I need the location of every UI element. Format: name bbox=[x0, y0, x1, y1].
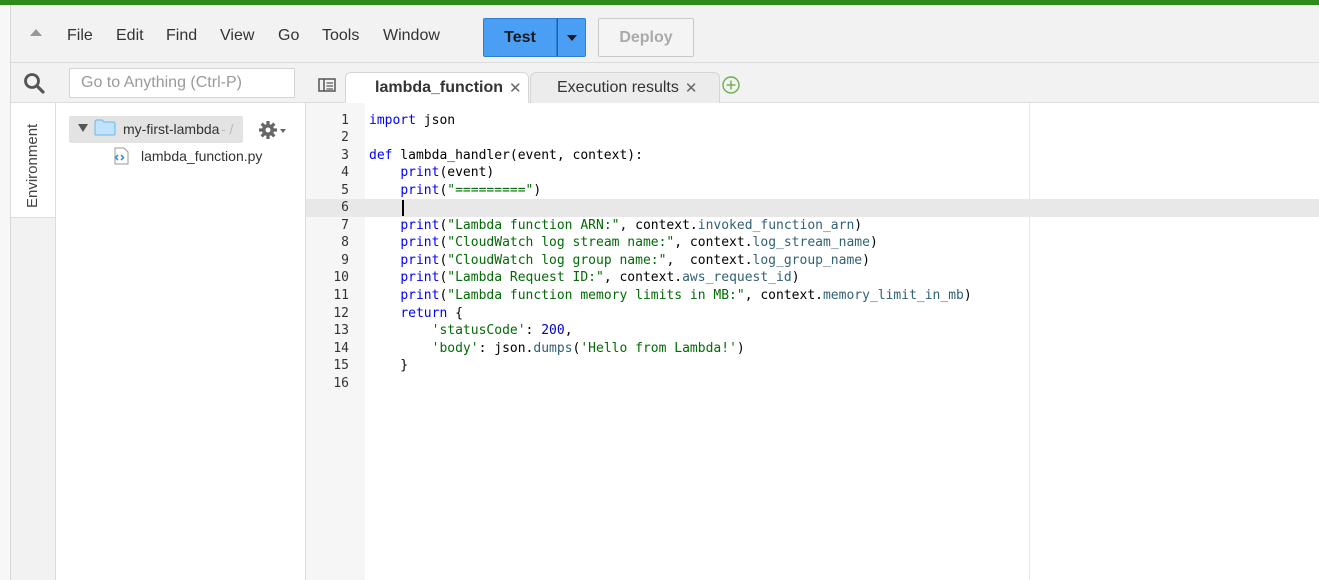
line-number: 11 bbox=[333, 288, 349, 303]
folder-icon bbox=[94, 119, 116, 136]
line-number: 7 bbox=[341, 217, 349, 233]
code-line[interactable]: 7 print("Lambda function ARN:", context.… bbox=[306, 217, 1319, 235]
line-number: 10 bbox=[333, 270, 349, 286]
tab-label: Execution results bbox=[557, 79, 679, 96]
test-dropdown-button[interactable] bbox=[557, 18, 586, 57]
code-text[interactable]: print("CloudWatch log group name:", cont… bbox=[369, 252, 870, 270]
add-tab-icon[interactable] bbox=[721, 75, 741, 95]
menu-window[interactable]: Window bbox=[383, 27, 440, 45]
line-number: 9 bbox=[341, 252, 349, 268]
code-text[interactable]: print("Lambda function memory limits in … bbox=[369, 287, 971, 305]
text-cursor bbox=[402, 200, 404, 216]
code-text[interactable]: 'body': json.dumps('Hello from Lambda!') bbox=[369, 340, 745, 358]
line-number: 6 bbox=[341, 200, 349, 216]
code-line[interactable]: 10 print("Lambda Request ID:", context.a… bbox=[306, 269, 1319, 287]
line-number: 5 bbox=[341, 182, 349, 198]
tab-label: lambda_function bbox=[375, 78, 504, 96]
python-file-icon bbox=[114, 147, 129, 165]
code-text[interactable]: import json bbox=[369, 112, 455, 130]
code-line[interactable]: 15 } bbox=[306, 357, 1319, 375]
menu-go[interactable]: Go bbox=[278, 27, 299, 45]
file-tree-panel bbox=[56, 103, 306, 580]
line-number: 8 bbox=[341, 235, 349, 251]
code-line[interactable]: 13 'statusCode': 200, bbox=[306, 322, 1319, 340]
close-icon[interactable]: ✕ bbox=[685, 79, 698, 97]
code-text[interactable]: return { bbox=[369, 305, 463, 323]
code-line[interactable]: 1 import json bbox=[306, 112, 1319, 130]
collapse-menu-icon[interactable] bbox=[30, 29, 42, 36]
code-line[interactable]: 16 bbox=[306, 375, 1319, 393]
deploy-button[interactable]: Deploy bbox=[598, 18, 694, 57]
line-number: 2 bbox=[341, 130, 349, 146]
environment-tab-label: Environment bbox=[24, 123, 41, 208]
chevron-down-icon bbox=[566, 34, 577, 41]
code-text[interactable]: print("CloudWatch log stream name:", con… bbox=[369, 234, 877, 252]
file-lambda-function-py[interactable]: lambda_function.py bbox=[141, 148, 262, 164]
code-text[interactable]: print(event) bbox=[369, 164, 494, 182]
code-text[interactable]: def lambda_handler(event, context): bbox=[369, 147, 643, 165]
code-line[interactable]: 4 print(event) bbox=[306, 164, 1319, 182]
code-line[interactable]: 6 bbox=[306, 199, 1319, 217]
test-button[interactable]: Test bbox=[483, 18, 557, 57]
code-line[interactable]: 5 print("=========") bbox=[306, 182, 1319, 200]
code-text[interactable]: print("Lambda function ARN:", context.in… bbox=[369, 217, 862, 235]
gear-icon[interactable] bbox=[258, 120, 288, 140]
line-number: 1 bbox=[341, 112, 349, 128]
code-line[interactable]: 11 print("Lambda function memory limits … bbox=[306, 287, 1319, 305]
line-number: 14 bbox=[333, 340, 349, 356]
line-number: 15 bbox=[333, 358, 349, 374]
tab-execution-results[interactable]: Execution results ✕ bbox=[530, 72, 720, 103]
root-folder-path: - / bbox=[221, 121, 234, 137]
code-line[interactable]: 8 print("CloudWatch log stream name:", c… bbox=[306, 234, 1319, 252]
menu-file[interactable]: File bbox=[67, 27, 93, 45]
code-text[interactable]: } bbox=[369, 357, 408, 375]
caret-down-icon[interactable] bbox=[78, 124, 88, 132]
code-line[interactable]: 2 bbox=[306, 129, 1319, 147]
line-number: 12 bbox=[333, 305, 349, 321]
menu-edit[interactable]: Edit bbox=[116, 27, 144, 45]
line-number: 3 bbox=[341, 147, 349, 163]
code-line[interactable]: 12 return { bbox=[306, 305, 1319, 323]
goto-anything-input[interactable] bbox=[69, 68, 295, 98]
menu-view[interactable]: View bbox=[220, 27, 254, 45]
menu-tools[interactable]: Tools bbox=[322, 27, 359, 45]
menu-find[interactable]: Find bbox=[166, 27, 197, 45]
line-number: 4 bbox=[341, 165, 349, 181]
code-line[interactable]: 9 print("CloudWatch log group name:", co… bbox=[306, 252, 1319, 270]
left-edge-strip bbox=[0, 5, 11, 580]
code-text[interactable]: print("=========") bbox=[369, 182, 541, 200]
code-line[interactable]: 3 def lambda_handler(event, context): bbox=[306, 147, 1319, 165]
close-icon[interactable]: ✕ bbox=[509, 79, 522, 97]
tabs-menu-icon[interactable] bbox=[318, 78, 336, 92]
code-text[interactable]: print("Lambda Request ID:", context.aws_… bbox=[369, 269, 799, 287]
code-line[interactable]: 14 'body': json.dumps('Hello from Lambda… bbox=[306, 340, 1319, 358]
search-icon[interactable] bbox=[22, 71, 46, 95]
root-folder-label: my-first-lambda bbox=[123, 121, 220, 137]
line-number: 16 bbox=[333, 375, 349, 391]
line-number: 13 bbox=[333, 323, 349, 339]
tab-lambda-function[interactable]: lambda_function ✕ bbox=[345, 72, 529, 103]
code-text[interactable]: 'statusCode': 200, bbox=[369, 322, 573, 340]
